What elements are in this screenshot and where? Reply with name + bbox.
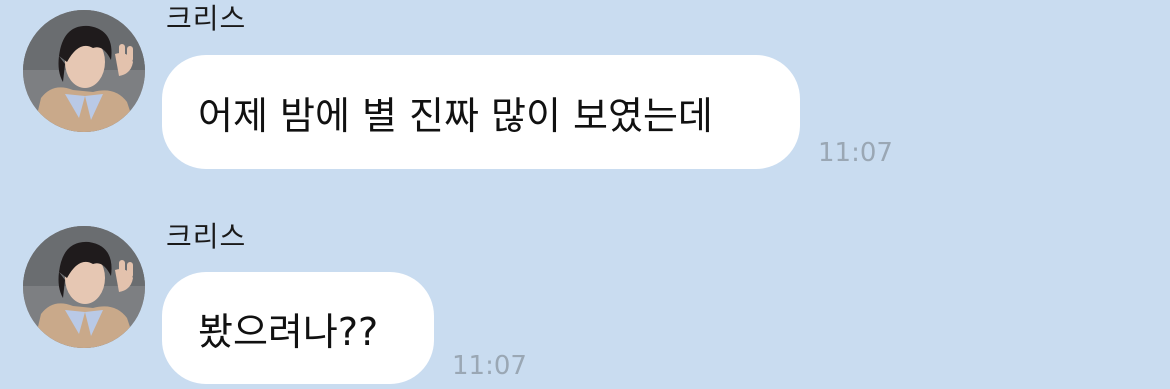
message-time: 11:07 [818,138,893,168]
message-row: 크리스 봤으려나?? 11:07 [0,210,1170,389]
message-row: 크리스 어제 밤에 별 진짜 많이 보였는데 11:07 [0,0,1170,190]
profile-photo-icon [23,10,145,132]
message-bubble[interactable]: 어제 밤에 별 진짜 많이 보였는데 [162,55,800,169]
message-text: 봤으려나?? [198,309,379,354]
sender-name: 크리스 [166,220,247,253]
sender-name: 크리스 [166,2,247,35]
avatar[interactable] [23,10,145,132]
profile-photo-icon [23,226,145,348]
chat-view[interactable]: 크리스 어제 밤에 별 진짜 많이 보였는데 11:07 크리스 봤으려나?? … [0,0,1170,389]
avatar[interactable] [23,226,145,348]
message-time: 11:07 [452,351,527,381]
message-text: 어제 밤에 별 진짜 많이 보였는데 [198,93,713,138]
message-bubble[interactable]: 봤으려나?? [162,272,434,384]
